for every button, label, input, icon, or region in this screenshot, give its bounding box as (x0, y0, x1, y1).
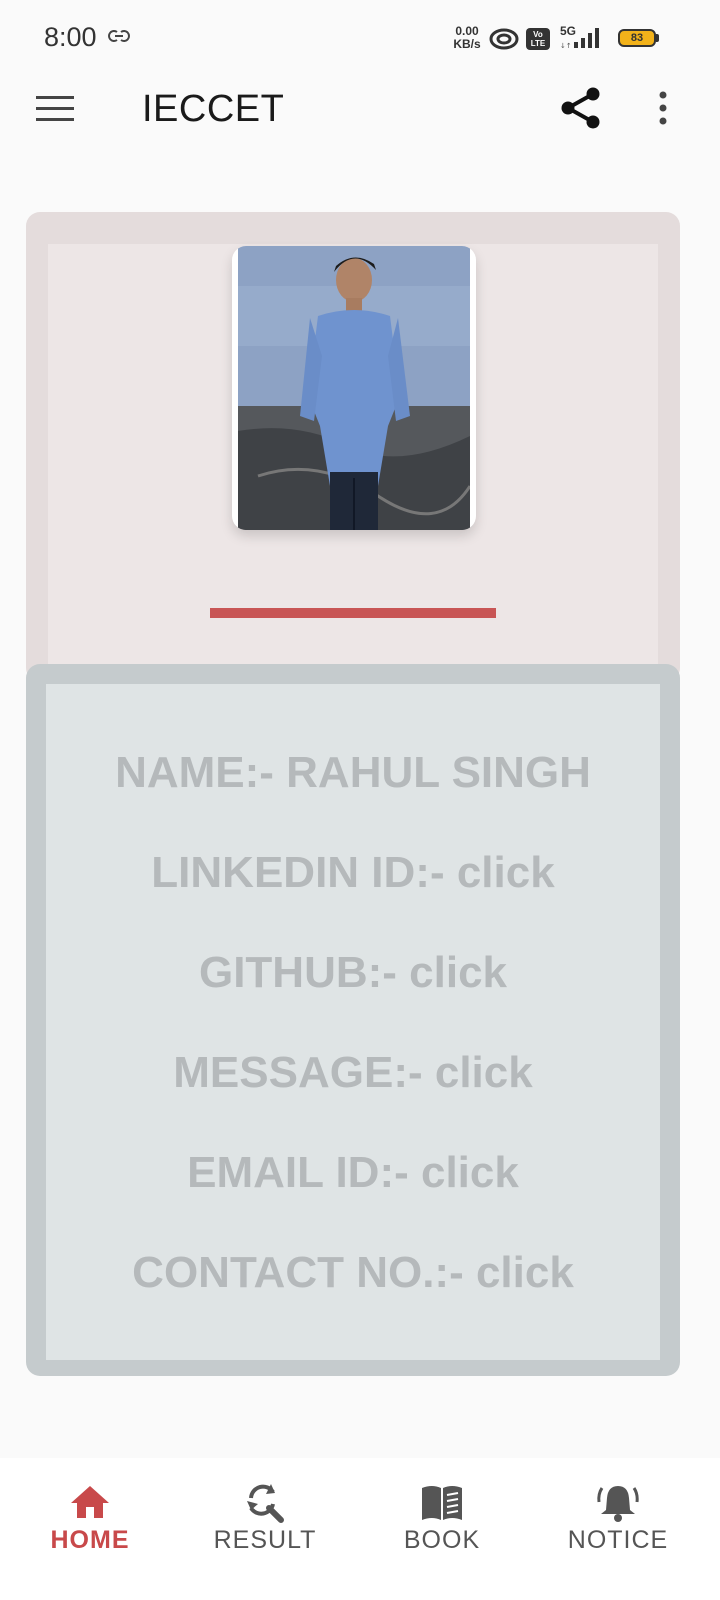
hotspot-icon (489, 28, 519, 50)
status-bar: 8:00 0.00 KB/s Vo LTE 5G ↓↑ 83 (0, 0, 720, 78)
app-title: IECCET (142, 88, 285, 130)
profile-card (26, 212, 680, 682)
svg-text:↓↑: ↓↑ (560, 42, 572, 50)
app-bar: IECCET (0, 78, 720, 142)
profile-photo-image (238, 246, 470, 530)
battery-level: 83 (630, 32, 644, 44)
nav-result-label: RESULT (213, 1526, 317, 1554)
volte-top: Vo (533, 30, 543, 39)
bottom-navigation: HOME RESULT BOOK NOTICE (0, 1458, 720, 1600)
profile-inner (48, 244, 658, 682)
result-search-icon (247, 1484, 284, 1523)
home-icon (71, 1486, 109, 1518)
menu-icon[interactable] (36, 94, 74, 124)
signal-icon: ↓↑ (560, 28, 599, 50)
bell-icon (597, 1486, 639, 1522)
nav-notice-label: NOTICE (567, 1526, 669, 1554)
nav-book-label: BOOK (403, 1526, 481, 1554)
nav-home-label: HOME (50, 1526, 130, 1554)
volte-icon: Vo LTE (526, 28, 550, 50)
volte-bottom: LTE (530, 39, 546, 48)
network-speed: 0.00 KB/s (450, 25, 484, 51)
profile-photo (232, 246, 476, 530)
accent-divider (210, 608, 496, 618)
message-link[interactable]: MESSAGE:- click (46, 1048, 660, 1098)
battery-icon: 83 (618, 29, 656, 47)
nav-book[interactable]: BOOK (352, 1458, 532, 1600)
name-line: NAME:- RAHUL SINGH (115, 748, 591, 797)
more-options-icon[interactable] (652, 90, 674, 130)
details-inner: NAME:- RAHUL SINGH LINKEDIN ID:- click G… (46, 684, 660, 1360)
status-time: 8:00 (44, 22, 97, 52)
battery-cap (656, 34, 659, 42)
nav-notice[interactable]: NOTICE (528, 1458, 708, 1600)
link-icon (108, 30, 130, 42)
contact-link[interactable]: CONTACT NO.:- click (46, 1248, 660, 1298)
email-link[interactable]: EMAIL ID:- click (46, 1148, 660, 1198)
nav-home[interactable]: HOME (0, 1458, 180, 1600)
share-icon[interactable] (560, 86, 602, 130)
details-card: NAME:- RAHUL SINGH LINKEDIN ID:- click G… (26, 664, 680, 1376)
github-link[interactable]: GITHUB:- click (46, 948, 660, 998)
book-icon (422, 1486, 462, 1520)
linkedin-link[interactable]: LINKEDIN ID:- click (46, 848, 660, 898)
network-speed-unit: KB/s (453, 37, 481, 51)
nav-result[interactable]: RESULT (175, 1458, 355, 1600)
